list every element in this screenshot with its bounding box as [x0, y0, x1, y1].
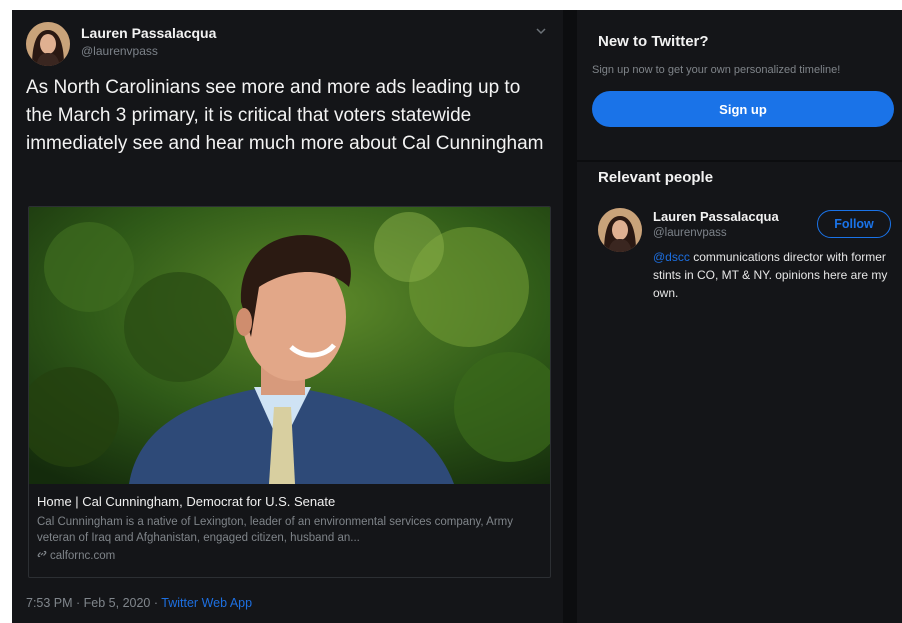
tweet-text: As North Carolinians see more and more a…	[26, 77, 544, 154]
meta-separator: ·	[150, 596, 162, 610]
tweet-timestamp[interactable]: 7:53 PM · Feb 5, 2020	[26, 596, 150, 610]
tweet-meta: 7:53 PM · Feb 5, 2020 · Twitter Web App	[26, 596, 252, 610]
follow-button[interactable]: Follow	[817, 210, 891, 238]
tweet-source[interactable]: Twitter Web App	[161, 596, 252, 610]
column-divider	[563, 10, 577, 623]
author-handle[interactable]: @laurenvpass	[81, 44, 158, 58]
card-url-text[interactable]: calfornc.com	[50, 550, 115, 562]
chevron-down-icon[interactable]	[536, 26, 546, 36]
author-name[interactable]: Lauren Passalacqua	[81, 25, 216, 41]
person-bio: @dscc communications director with forme…	[653, 248, 893, 302]
card-title[interactable]: Home | Cal Cunningham, Democrat for U.S.…	[37, 494, 335, 509]
relevant-people-title: Relevant people	[598, 169, 714, 186]
link-icon	[37, 549, 48, 562]
new-to-twitter-title: New to Twitter?	[598, 33, 709, 50]
person-avatar[interactable]	[598, 208, 642, 252]
link-card[interactable]: Home | Cal Cunningham, Democrat for U.S.…	[28, 206, 551, 578]
author-avatar[interactable]	[26, 22, 70, 66]
card-description: Cal Cunningham is a native of Lexington,…	[37, 516, 514, 544]
signup-button[interactable]: Sign up	[592, 91, 894, 127]
person-name[interactable]: Lauren Passalacqua	[653, 209, 779, 224]
sidebar-divider	[577, 160, 902, 162]
card-url[interactable]: calfornc.com	[37, 549, 115, 562]
person-handle[interactable]: @laurenvpass	[653, 227, 727, 239]
card-image[interactable]	[29, 207, 550, 484]
bio-mention[interactable]: @dscc	[653, 250, 690, 264]
new-to-twitter-subtitle: Sign up now to get your own personalized…	[592, 64, 841, 76]
